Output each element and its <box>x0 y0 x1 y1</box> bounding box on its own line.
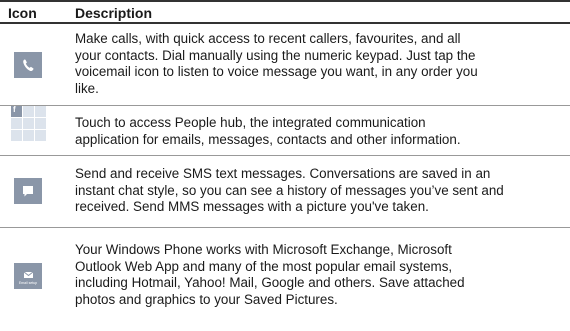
features-table: Icon Description Make calls, with quick … <box>0 0 570 331</box>
table-row-people-hub: f Touch to access People hub, the integr… <box>0 105 570 156</box>
people-hub-icon-label: f <box>13 105 16 114</box>
phone-icon <box>14 52 42 78</box>
header-description-column: Description <box>75 5 153 21</box>
table-row-phone: Make calls, with quick access to recent … <box>0 24 570 106</box>
messaging-icon <box>14 178 42 204</box>
table-header: Icon Description <box>0 0 570 24</box>
description-phone: Make calls, with quick access to recent … <box>75 31 478 96</box>
table-row-messaging: Send and receive SMS text messages. Conv… <box>0 156 570 228</box>
email-icon-label: Email setup <box>18 281 38 285</box>
email-icon: Email setup <box>14 263 42 289</box>
description-people-hub: Touch to access People hub, the integrat… <box>75 115 461 147</box>
description-messaging: Send and receive SMS text messages. Conv… <box>75 166 504 215</box>
description-email: Your Windows Phone works with Microsoft … <box>75 242 465 307</box>
table-row-email: Email setup Your Windows Phone works wit… <box>0 228 570 331</box>
header-icon-column: Icon <box>8 5 37 21</box>
people-hub-icon: f <box>11 105 46 141</box>
